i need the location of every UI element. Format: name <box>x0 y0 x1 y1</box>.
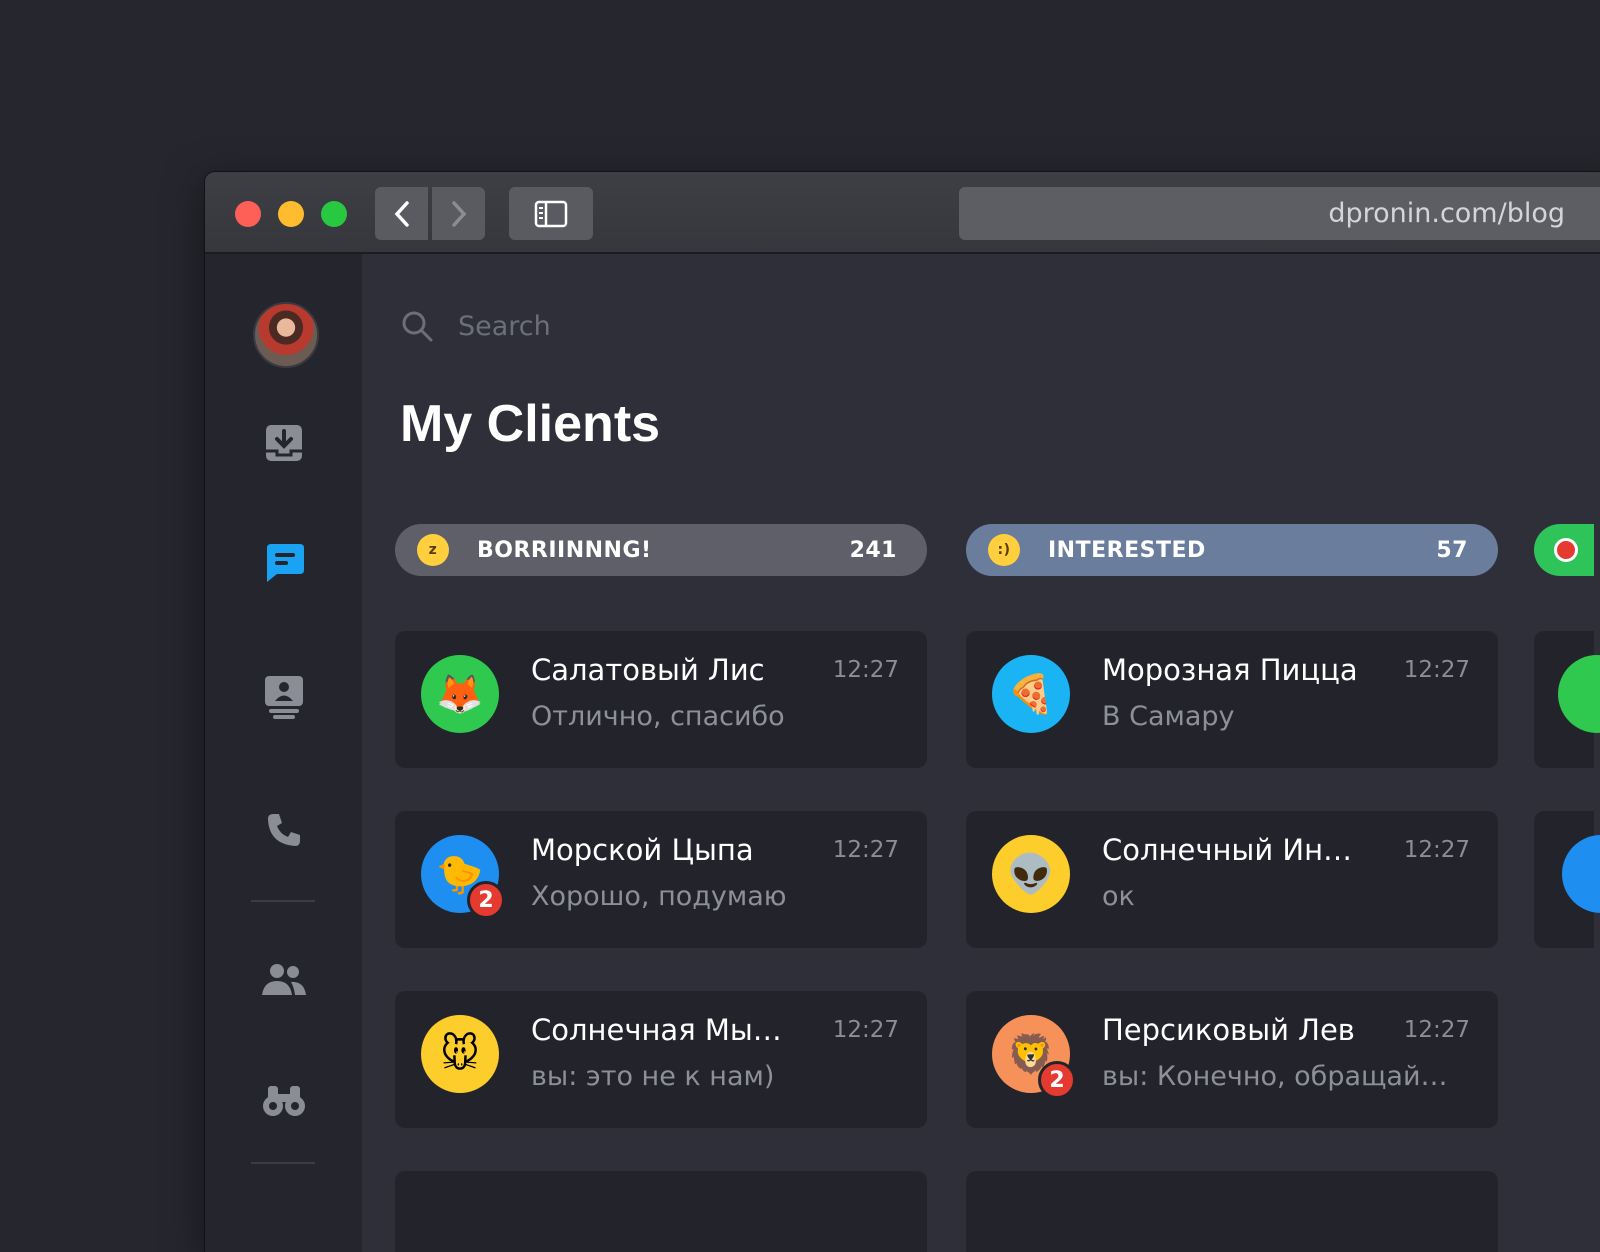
explore-nav-button[interactable] <box>253 1069 315 1131</box>
target-icon <box>1554 538 1578 562</box>
client-name: Салатовый Лис <box>531 653 765 687</box>
client-name: Солнечный Иноп... <box>1102 833 1362 867</box>
search-input[interactable]: Search <box>458 311 551 342</box>
last-message: ок <box>1102 881 1135 912</box>
column-header[interactable]: :) INTERESTED 57 <box>966 524 1498 576</box>
messages-nav-button[interactable] <box>253 532 315 594</box>
browser-window: dpronin.com/blog Search My Clients z BOR… <box>205 172 1600 1252</box>
client-card[interactable]: 🦁 2 Персиковый Лев 12:27 вы: Конечно, об… <box>966 991 1498 1128</box>
column-header-third[interactable] <box>1534 524 1594 576</box>
client-card[interactable]: 👽 Солнечный Иноп... 12:27 ок <box>966 811 1498 948</box>
column-borriinnng: z BORRIINNNG! 241 🦊 Салатовый Лис 12:27 … <box>395 524 927 1252</box>
maximize-window-button[interactable] <box>321 201 347 227</box>
client-name: Персиковый Лев <box>1102 1013 1355 1047</box>
unread-badge: 2 <box>1038 1061 1076 1099</box>
chevron-left-icon <box>394 200 409 227</box>
page-title: My Clients <box>400 395 661 453</box>
forward-button[interactable] <box>432 187 485 240</box>
message-time: 12:27 <box>1403 837 1470 863</box>
column-label: INTERESTED <box>1048 537 1206 563</box>
message-time: 12:27 <box>832 837 899 863</box>
message-time: 12:27 <box>1403 657 1470 683</box>
inbox-nav-button[interactable] <box>253 412 315 474</box>
smiling-face-icon: :) <box>988 534 1020 566</box>
groups-nav-button[interactable] <box>253 949 315 1011</box>
message-time: 12:27 <box>832 657 899 683</box>
chat-icon <box>267 544 304 582</box>
column-count: 57 <box>1436 537 1468 563</box>
people-icon <box>262 964 306 995</box>
contacts-card-nav-button[interactable] <box>253 666 315 728</box>
sidebar-icon <box>534 200 568 227</box>
address-bar[interactable]: dpronin.com/blog <box>959 187 1600 240</box>
message-time: 12:27 <box>832 1017 899 1043</box>
back-button[interactable] <box>375 187 428 240</box>
sidebar-divider <box>251 900 315 902</box>
client-name: Солнечная Мышь <box>531 1013 791 1047</box>
contact-card-icon <box>265 676 303 719</box>
inbox-download-icon <box>266 425 302 461</box>
mouse-icon: 🐭 <box>421 1015 499 1093</box>
client-name: Морской Цыпа <box>531 833 754 867</box>
last-message: вы: это не к нам) <box>531 1061 775 1092</box>
chevron-right-icon <box>451 200 466 227</box>
column-label: BORRIINNNG! <box>477 537 652 563</box>
phone-icon <box>268 814 300 846</box>
message-time: 12:27 <box>1403 1017 1470 1043</box>
sidebar-divider <box>251 1162 315 1164</box>
sidebar-toggle-button[interactable] <box>509 187 593 240</box>
alien-icon: 👽 <box>992 835 1070 913</box>
last-message: Отлично, спасибо <box>531 701 785 732</box>
calls-nav-button[interactable] <box>253 799 315 861</box>
pizza-icon: 🍕 <box>992 655 1070 733</box>
client-card[interactable] <box>1534 811 1600 948</box>
avatar <box>1558 655 1600 733</box>
user-avatar[interactable] <box>253 302 319 368</box>
last-message: В Самару <box>1102 701 1235 732</box>
client-card[interactable]: 🐭 Солнечная Мышь 12:27 вы: это не к нам) <box>395 991 927 1128</box>
fox-icon: 🦊 <box>421 655 499 733</box>
client-card[interactable] <box>1534 631 1600 768</box>
client-card[interactable]: 🐤 2 Морской Цыпа 12:27 Хорошо, подумаю <box>395 811 927 948</box>
minimize-window-button[interactable] <box>278 201 304 227</box>
client-card[interactable]: 🍕 Морозная Пицца 12:27 В Самару <box>966 631 1498 768</box>
column-interested: :) INTERESTED 57 🍕 Морозная Пицца 12:27 … <box>966 524 1498 1252</box>
unread-badge: 2 <box>467 881 505 919</box>
main-content: Search My Clients z BORRIINNNG! 241 🦊 Са… <box>362 254 1600 1252</box>
search-icon <box>402 311 433 342</box>
column-count: 241 <box>849 537 897 563</box>
app-sidebar <box>205 254 362 1252</box>
client-card[interactable] <box>395 1171 927 1252</box>
search-bar[interactable]: Search <box>400 306 551 346</box>
client-card[interactable]: 🦊 Салатовый Лис 12:27 Отлично, спасибо <box>395 631 927 768</box>
sleepy-face-icon: z <box>417 534 449 566</box>
browser-titlebar: dpronin.com/blog <box>205 172 1600 254</box>
avatar <box>1562 835 1600 913</box>
close-window-button[interactable] <box>235 201 261 227</box>
last-message: Хорошо, подумаю <box>531 881 787 912</box>
client-card[interactable] <box>966 1171 1498 1252</box>
last-message: вы: Конечно, обращайт... <box>1102 1061 1452 1092</box>
client-name: Морозная Пицца <box>1102 653 1358 687</box>
binoculars-icon <box>263 1086 305 1116</box>
column-header[interactable]: z BORRIINNNG! 241 <box>395 524 927 576</box>
